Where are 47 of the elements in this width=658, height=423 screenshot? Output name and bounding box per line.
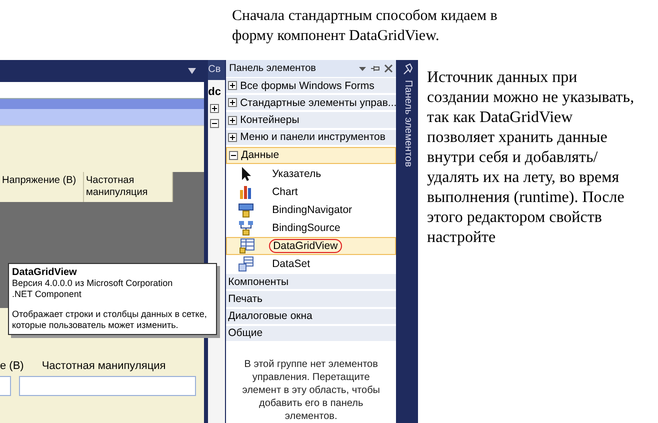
- tooltip-text: .NET Component: [12, 289, 82, 300]
- input-field[interactable]: [19, 376, 196, 396]
- collapse-icon[interactable]: [210, 119, 220, 128]
- input-field[interactable]: [0, 376, 11, 396]
- toolbox-group[interactable]: Данные: [226, 146, 396, 164]
- collapse-icon[interactable]: [229, 150, 238, 160]
- dropdown-icon[interactable]: [188, 68, 196, 74]
- toolbox-group[interactable]: Стандартные элементы управ...: [226, 95, 396, 110]
- expand-icon[interactable]: [228, 116, 238, 125]
- toolbox-item[interactable]: DataGridView: [226, 237, 396, 256]
- field-label: Частотная манипуляция: [42, 360, 166, 372]
- toolbox-item[interactable]: BindingNavigator: [226, 201, 396, 220]
- toolbox-group[interactable]: Печать: [226, 291, 396, 307]
- toolbox-item[interactable]: Указатель: [226, 165, 396, 184]
- toolbox-item[interactable]: Chart: [226, 183, 396, 202]
- toolbox-item[interactable]: DataSet: [226, 255, 396, 274]
- tooltip-text: Версия 4.0.0.0 из Microsoft Corporation: [12, 278, 174, 289]
- expand-icon[interactable]: [228, 81, 238, 90]
- tooltip-title: DataGridView: [12, 267, 78, 278]
- field-label: е (В): [0, 360, 24, 372]
- dropdown-icon[interactable]: [358, 64, 368, 74]
- panel-title: Св: [208, 60, 226, 80]
- expand-icon[interactable]: [228, 132, 238, 142]
- navigator-icon: [238, 202, 254, 218]
- close-icon[interactable]: [384, 64, 394, 74]
- toolbox-group[interactable]: Контейнеры: [226, 112, 396, 128]
- column-header: Частотная манипуляция: [84, 172, 173, 202]
- pin-icon[interactable]: [371, 64, 380, 74]
- panel-title: Панель элементов: [229, 63, 317, 74]
- empty-group-message: В этой группе нет элементов управления. Перетащите элемент в эту область, чтобы добавить его в панель элементов.: [241, 358, 381, 423]
- column-header: Напряжение (В): [0, 172, 84, 202]
- caption-text: Сначала стандартным способом кидаем в форму компонент DataGridView.: [232, 7, 498, 46]
- grid-icon: [239, 238, 256, 254]
- toolbox-group[interactable]: Общие: [226, 326, 396, 342]
- toolbox-group[interactable]: Диалоговые окна: [226, 308, 396, 324]
- data-source-icon: [238, 220, 254, 236]
- tooltip-description: Отображает строки и столбцы данных в сетке, которые пользователь может изменить.: [12, 309, 208, 331]
- object-name: dc: [208, 86, 222, 98]
- expand-icon[interactable]: [228, 98, 238, 108]
- dataset-icon: [238, 256, 254, 272]
- toolbox-group[interactable]: Все формы Windows Forms: [226, 78, 396, 94]
- side-tab[interactable]: Панель элементов: [402, 80, 414, 167]
- expand-icon[interactable]: [210, 104, 220, 113]
- toolbox-item[interactable]: BindingSource: [226, 219, 396, 238]
- note-text: Источник данных при создании можно не указывать, так как DataGridView позволяет хранить данные внутри себя и добавлять/удалять их на лету, во время выполнения (runtime). После этого редактором свойств настройте: [427, 68, 636, 248]
- toolbox-group[interactable]: Компоненты: [226, 274, 396, 290]
- toolbox-group[interactable]: Меню и панели инструментов: [226, 130, 396, 145]
